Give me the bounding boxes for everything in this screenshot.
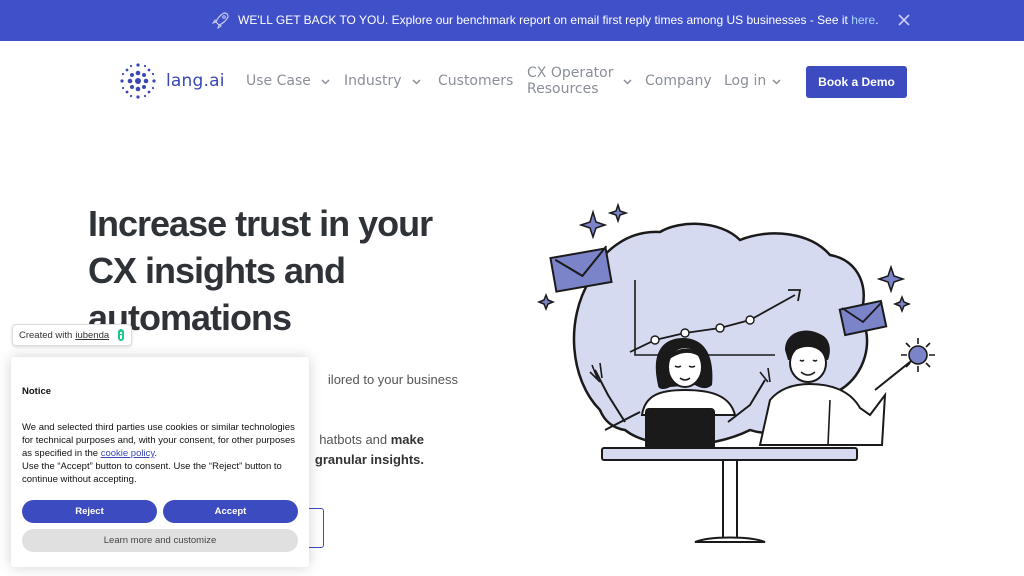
cookie-notice-dialog: Notice We and selected third parties use… [11,357,309,567]
hero-p2-c: granular insights. [314,452,424,467]
iubenda-link[interactable]: iubenda [75,330,109,341]
banner-message: WE'LL GET BACK TO YOU. Explore our bench… [238,13,879,27]
hero-p2-b: make [390,432,424,447]
learn-more-button[interactable]: Learn more and customize [22,529,298,552]
nav-use-case-label: Use Case [246,73,311,89]
nav-industry[interactable]: Industry [344,73,421,89]
banner-suffix: . [875,13,879,27]
cookie-body-instructions: Use the “Accept” button to consent. Use … [22,461,282,485]
hero-title: Increase trust in your CX insights and a… [88,200,508,341]
nav-use-case[interactable]: Use Case [246,73,330,89]
logo[interactable]: lang.ai [116,59,225,103]
desk [601,447,858,543]
chevron-down-icon [412,78,421,85]
nav-cxo-line1: CX Operator [527,65,614,81]
nav-cx-operator-resources[interactable]: CX Operator Resources [527,65,633,97]
announcement-banner: WE'LL GET BACK TO YOU. Explore our bench… [0,0,1024,41]
nav-company[interactable]: Company [645,73,712,89]
hero-p2-a: hatbots and [319,432,391,447]
nav-log-in[interactable]: Log in [724,73,781,89]
logo-text: lang.ai [166,71,225,91]
hero-title-line1: Increase trust in your [88,203,433,244]
cookie-notice-body: We and selected third parties use cookie… [22,421,298,486]
main-navigation: lang.ai Use Case Industry Customers CX O… [0,41,1024,123]
nav-log-in-label: Log in [724,73,767,89]
nav-customers[interactable]: Customers [438,73,513,89]
accept-button[interactable]: Accept [163,500,298,523]
nav-cxo-line2: Resources [527,81,599,97]
hero-title-line2: CX insights and [88,250,346,291]
chevron-down-icon [772,78,781,85]
hero-title-line3: automations [88,297,292,338]
cookie-notice-title: Notice [22,386,52,397]
cookie-body-text: We and selected third parties use cookie… [22,422,296,459]
banner-text: WE'LL GET BACK TO YOU. Explore our bench… [238,13,852,27]
reject-button[interactable]: Reject [22,500,157,523]
iubenda-leaf-icon [118,329,125,341]
nav-company-label: Company [645,73,712,89]
nav-customers-label: Customers [438,73,514,89]
logo-mark-icon [120,63,156,99]
rocket-icon [212,12,229,29]
hero-illustration [536,202,935,543]
chevron-down-icon [321,78,330,85]
iubenda-badge[interactable]: Created with iubenda [12,324,133,346]
chevron-down-icon [623,78,633,85]
cookie-policy-link[interactable]: cookie policy [101,448,155,459]
iubenda-prefix: Created with [19,329,73,341]
close-icon[interactable] [896,12,912,28]
banner-link[interactable]: here [851,13,875,27]
nav-industry-label: Industry [344,73,402,89]
book-demo-button[interactable]: Book a Demo [806,66,907,98]
cookie-body-period: . [154,448,158,459]
